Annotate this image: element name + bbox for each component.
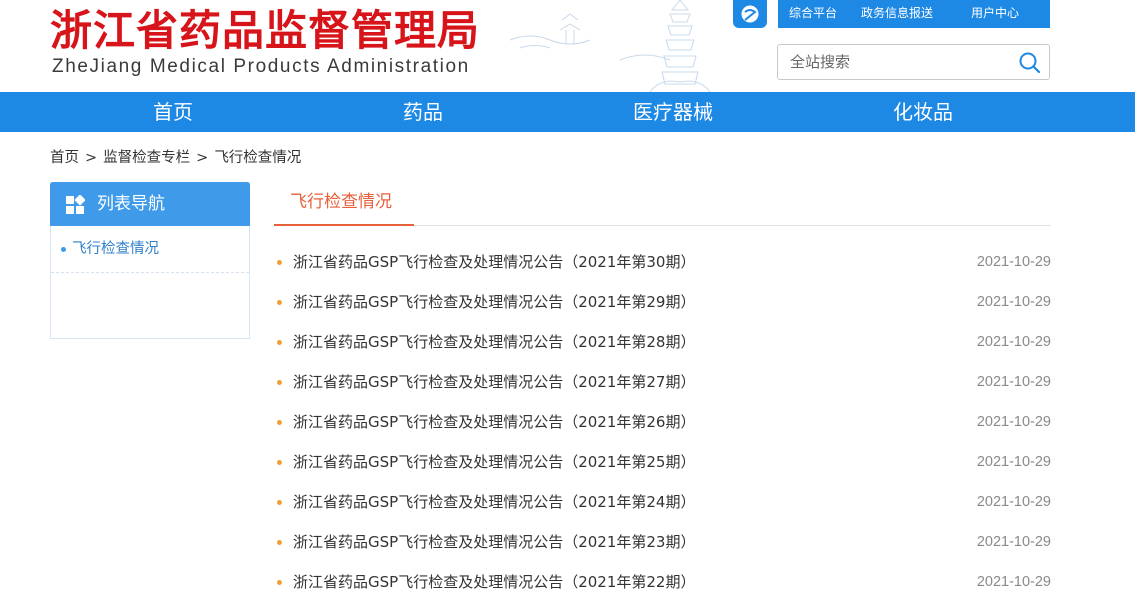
breadcrumb-current[interactable]: 飞行检查情况 <box>214 150 301 166</box>
list-item-title[interactable]: 浙江省药品GSP飞行检查及处理情况公告（2021年第22期） <box>293 571 695 593</box>
bullet-icon <box>277 500 282 505</box>
list-item-date: 2021-10-29 <box>976 534 1051 550</box>
list-item[interactable]: 浙江省药品GSP飞行检查及处理情况公告（2021年第26期） 2021-10-2… <box>274 402 1051 442</box>
bullet-icon <box>277 300 282 305</box>
bullet-icon <box>277 580 282 585</box>
grid-icon <box>66 195 85 214</box>
list-item[interactable]: 浙江省药品GSP飞行检查及处理情况公告（2021年第23期） 2021-10-2… <box>274 522 1051 562</box>
pagoda-decoration-icon <box>509 0 711 92</box>
site-header: 浙江省药品监督管理局 ZheJiang Medical Products Adm… <box>0 0 1135 92</box>
list-item-title[interactable]: 浙江省药品GSP飞行检查及处理情况公告（2021年第26期） <box>293 411 695 433</box>
list-item-title[interactable]: 浙江省药品GSP飞行检查及处理情况公告（2021年第29期） <box>293 291 695 313</box>
list-item[interactable]: 浙江省药品GSP飞行检查及处理情况公告（2021年第30期） 2021-10-2… <box>274 242 1051 282</box>
list-item-title[interactable]: 浙江省药品GSP飞行检查及处理情况公告（2021年第25期） <box>293 451 695 473</box>
list-item[interactable]: 浙江省药品GSP飞行检查及处理情况公告（2021年第22期） 2021-10-2… <box>274 562 1051 598</box>
sidebar-header: 列表导航 <box>50 182 250 226</box>
app-logo-icon[interactable] <box>733 0 767 28</box>
sidebar-item-label: 飞行检查情况 <box>72 241 159 257</box>
list-item-date: 2021-10-29 <box>976 254 1051 270</box>
bullet-icon <box>277 540 282 545</box>
site-logo-en: ZheJiang Medical Products Administration <box>52 56 470 77</box>
nav-item-drugs[interactable]: 药品 <box>298 92 548 132</box>
bullet-icon <box>277 460 282 465</box>
main-nav: 首页 药品 医疗器械 化妆品 <box>0 92 1135 132</box>
list-item[interactable]: 浙江省药品GSP飞行检查及处理情况公告（2021年第28期） 2021-10-2… <box>274 322 1051 362</box>
list-item[interactable]: 浙江省药品GSP飞行检查及处理情况公告（2021年第24期） 2021-10-2… <box>274 482 1051 522</box>
breadcrumb-separator: > <box>85 150 98 166</box>
nav-item-medical-devices[interactable]: 医疗器械 <box>548 92 798 132</box>
bullet-icon <box>277 340 282 345</box>
nav-item-cosmetics[interactable]: 化妆品 <box>798 92 1048 132</box>
breadcrumb: 首页 > 监督检查专栏 > 飞行检查情况 <box>50 148 301 168</box>
list-item-date: 2021-10-29 <box>976 414 1051 430</box>
bullet-icon <box>277 260 282 265</box>
list-item-title[interactable]: 浙江省药品GSP飞行检查及处理情况公告（2021年第30期） <box>293 251 695 273</box>
list-item-date: 2021-10-29 <box>976 574 1051 590</box>
site-logo-cn[interactable]: 浙江省药品监督管理局 <box>50 6 480 56</box>
bullet-icon <box>61 247 66 252</box>
search-input[interactable] <box>790 52 1005 72</box>
top-link-platform[interactable]: 综合平台 <box>789 4 837 21</box>
list-item-title[interactable]: 浙江省药品GSP飞行检查及处理情况公告（2021年第28期） <box>293 331 695 353</box>
list-item-title[interactable]: 浙江省药品GSP飞行检查及处理情况公告（2021年第27期） <box>293 371 695 393</box>
breadcrumb-inspection-column[interactable]: 监督检查专栏 <box>103 150 190 166</box>
list-item-date: 2021-10-29 <box>976 334 1051 350</box>
search-icon[interactable] <box>1017 50 1043 76</box>
list-item[interactable]: 浙江省药品GSP飞行检查及处理情况公告（2021年第25期） 2021-10-2… <box>274 442 1051 482</box>
tab-label: 飞行检查情况 <box>290 192 392 212</box>
sidebar-item-flight-inspection[interactable]: 飞行检查情况 <box>51 226 249 273</box>
list-item[interactable]: 浙江省药品GSP飞行检查及处理情况公告（2021年第27期） 2021-10-2… <box>274 362 1051 402</box>
list-item-date: 2021-10-29 <box>976 494 1051 510</box>
sidebar-title: 列表导航 <box>97 194 165 214</box>
bullet-icon <box>277 380 282 385</box>
list-item-title[interactable]: 浙江省药品GSP飞行检查及处理情况公告（2021年第24期） <box>293 491 695 513</box>
nav-item-home[interactable]: 首页 <box>48 92 298 132</box>
list-item-title[interactable]: 浙江省药品GSP飞行检查及处理情况公告（2021年第23期） <box>293 531 695 553</box>
breadcrumb-separator: > <box>196 150 209 166</box>
sidebar: 列表导航 飞行检查情况 <box>50 182 250 339</box>
list-item[interactable]: 浙江省药品GSP飞行检查及处理情况公告（2021年第29期） 2021-10-2… <box>274 282 1051 322</box>
list-item-date: 2021-10-29 <box>976 294 1051 310</box>
top-link-report[interactable]: 政务信息报送 <box>861 4 933 21</box>
announcement-list: 浙江省药品GSP飞行检查及处理情况公告（2021年第30期） 2021-10-2… <box>274 242 1051 598</box>
site-search <box>777 44 1050 80</box>
breadcrumb-home[interactable]: 首页 <box>50 150 79 166</box>
top-link-bar: 综合平台 政务信息报送 用户中心 <box>778 0 1050 28</box>
tab-flight-inspection[interactable]: 飞行检查情况 <box>274 186 414 226</box>
list-item-date: 2021-10-29 <box>976 454 1051 470</box>
bullet-icon <box>277 420 282 425</box>
list-item-date: 2021-10-29 <box>976 374 1051 390</box>
top-link-user-center[interactable]: 用户中心 <box>971 4 1019 21</box>
